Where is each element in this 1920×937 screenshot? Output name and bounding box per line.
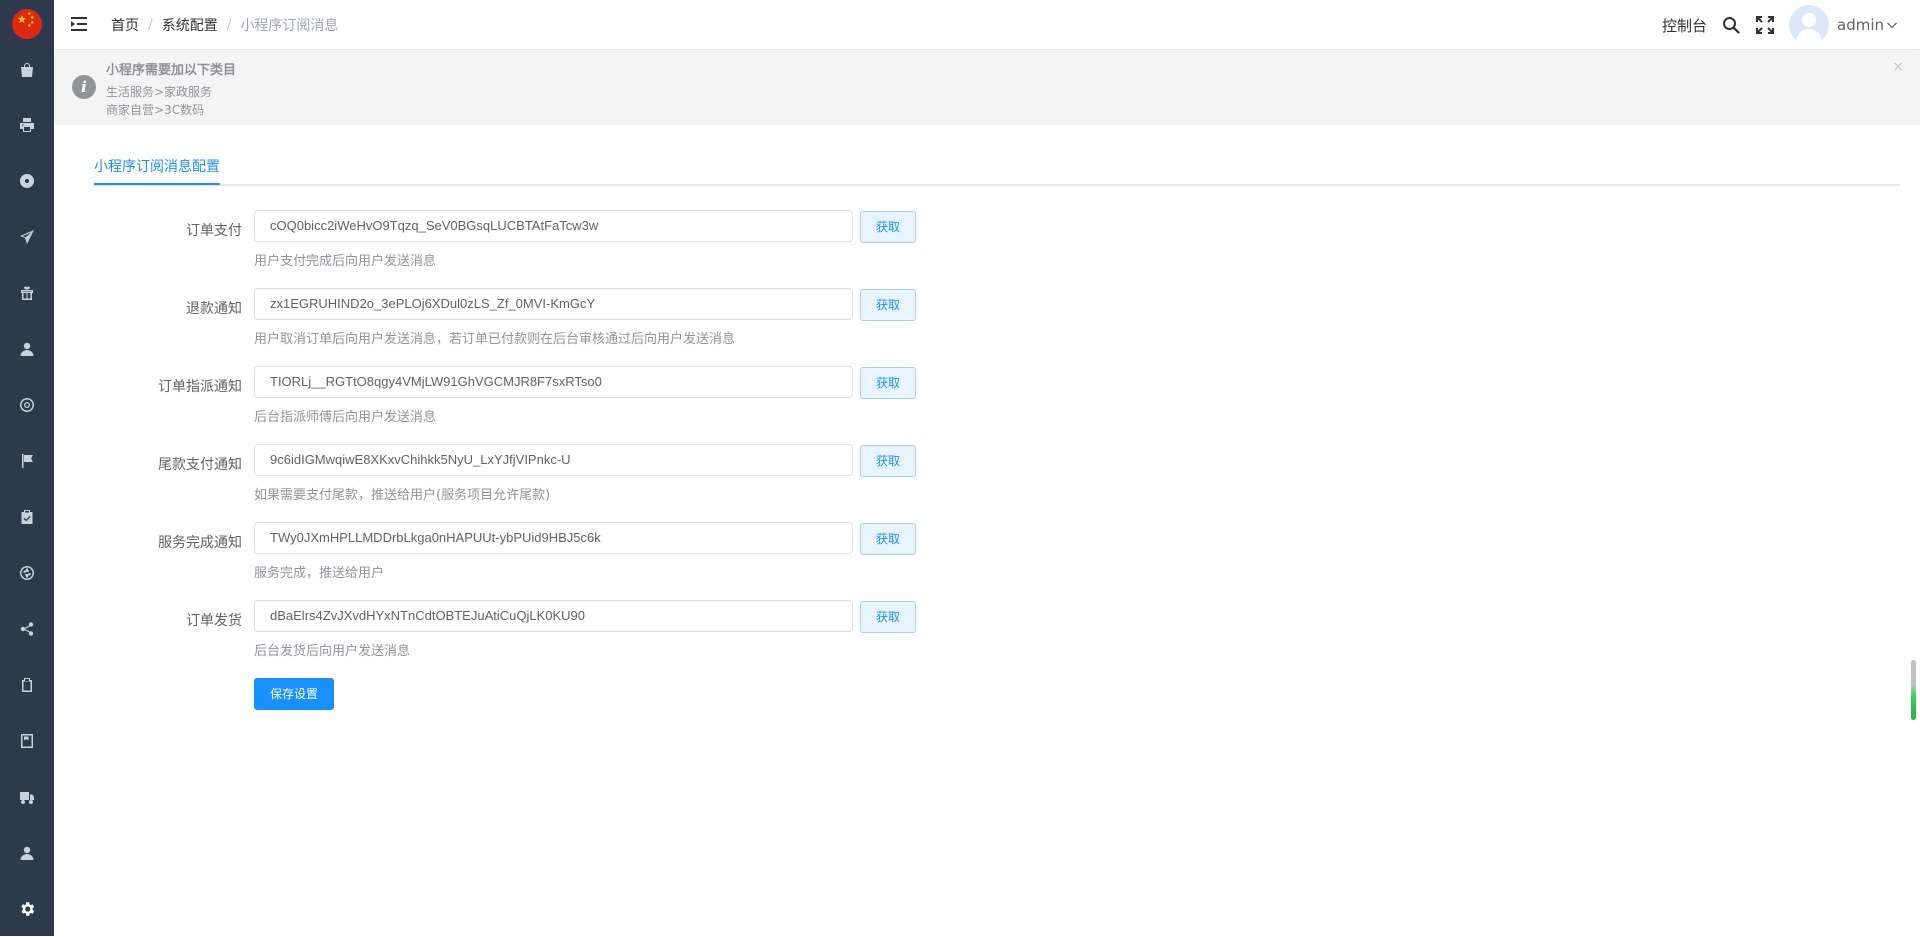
tab-subscription-config[interactable]: 小程序订阅消息配置 (94, 156, 220, 176)
menu-toggle-icon[interactable] (70, 15, 88, 33)
avatar[interactable] (1789, 5, 1829, 45)
info-icon: i (72, 75, 96, 99)
info-alert: i 小程序需要加以下类目 生活服务>家政服务 商家自营>3C数码 × (54, 51, 1920, 125)
fetch-button[interactable]: 获取 (860, 445, 916, 477)
truck-icon (20, 792, 34, 804)
fullscreen-icon[interactable] (1755, 15, 1775, 35)
sidebar-item-book[interactable] (0, 713, 54, 769)
sidebar-item-disc[interactable] (0, 153, 54, 209)
fetch-button[interactable]: 获取 (860, 523, 916, 555)
sidebar-item-truck[interactable] (0, 769, 54, 825)
fetch-button[interactable]: 获取 (860, 211, 916, 243)
breadcrumb-home[interactable]: 首页 (111, 15, 139, 35)
form-hint: 如果需要支付尾款，推送给用户(服务项目允许尾款) (254, 488, 551, 503)
printer-icon (20, 118, 34, 132)
tab-active-indicator (94, 183, 220, 185)
logo-flag-icon[interactable]: ★ ★ ★ ★ ★ (12, 9, 42, 39)
form-row-refund: 退款通知 zx1EGRUHIND2o_3ePLOj6XDul0zLS_Zf_0M… (0, 288, 1000, 368)
form-hint: 后台指派师傅后向用户发送消息 (254, 410, 437, 425)
form-row-order-assign: 订单指派通知 TIORLj__RGTtO8qgy4VMjLW91GhVGCMJR… (0, 366, 1000, 446)
form-hint: 后台发货后向用户发送消息 (254, 644, 411, 659)
form-row-order-shipped: 订单发货 dBaElrs4ZvJXvdHYxNTnCdtOBTEJuAtiCuQ… (0, 600, 1000, 680)
breadcrumb-separator: / (226, 17, 232, 33)
breadcrumb-current: 小程序订阅消息 (240, 18, 339, 34)
form-label: 订单指派通知 (158, 379, 242, 395)
template-id-input[interactable]: dBaElrs4ZvJXvdHYxNTnCdtOBTEJuAtiCuQjLK0K… (254, 600, 853, 632)
fetch-button[interactable]: 获取 (860, 289, 916, 321)
disc-icon (20, 174, 34, 188)
form-label: 尾款支付通知 (158, 457, 242, 473)
form-label: 订单支付 (186, 223, 242, 239)
template-id-input[interactable]: TIORLj__RGTtO8qgy4VMjLW91GhVGCMJR8F7sxRT… (254, 366, 853, 398)
username-label[interactable]: admin (1837, 16, 1884, 34)
form-label: 退款通知 (186, 301, 242, 317)
alert-line: 商家自营>3C数码 (106, 103, 205, 117)
sidebar-item-settings[interactable] (0, 881, 54, 937)
header-actions: 控制台 admin (1662, 0, 1898, 50)
template-id-input[interactable]: 9c6idIGMwqiwE8XKxvChihkk5NyU_LxYJfjVIPnk… (254, 444, 853, 476)
fetch-button[interactable]: 获取 (860, 601, 916, 633)
console-link[interactable]: 控制台 (1662, 15, 1707, 36)
breadcrumb-separator: / (148, 17, 153, 33)
bag-icon (21, 63, 33, 77)
fetch-button[interactable]: 获取 (860, 367, 916, 399)
form-hint: 用户支付完成后向用户发送消息 (254, 254, 437, 269)
scrollbar-indicator[interactable] (1911, 660, 1916, 720)
alert-title: 小程序需要加以下类目 (106, 63, 237, 78)
sidebar-item-account[interactable] (0, 825, 54, 881)
search-icon[interactable] (1721, 15, 1741, 35)
close-icon[interactable]: × (1892, 59, 1904, 75)
form-label: 订单发货 (186, 613, 242, 629)
form-row-service-complete: 服务完成通知 TWy0JXmHPLLMDDrbLkga0nHAPUUt-ybPU… (0, 522, 1000, 602)
tabs: 小程序订阅消息配置 (94, 148, 1900, 186)
template-id-input[interactable]: zx1EGRUHIND2o_3ePLOj6XDul0zLS_Zf_0MVI-Km… (254, 288, 853, 320)
save-settings-button[interactable]: 保存设置 (254, 678, 334, 710)
template-id-input[interactable]: TWy0JXmHPLLMDDrbLkga0nHAPUUt-ybPUid9HBJ5… (254, 522, 853, 554)
sidebar-item-printer[interactable] (0, 97, 54, 153)
sidebar-item-bag[interactable] (0, 42, 54, 98)
breadcrumb: 首页 / 系统配置 / 小程序订阅消息 (111, 15, 338, 35)
gear-icon (21, 902, 35, 916)
alert-line: 生活服务>家政服务 (106, 85, 213, 99)
template-id-input[interactable]: cOQ0bicc2iWeHvO9Tqzq_SeV0BGsqLUCBTAtFaTc… (254, 210, 853, 242)
top-header: 首页 / 系统配置 / 小程序订阅消息 控制台 admin (54, 0, 1920, 50)
form-hint: 用户取消订单后向用户发送消息，若订单已付款则在后台审核通过后向用户发送消息 (254, 332, 736, 347)
user-icon (20, 846, 34, 860)
form-label: 服务完成通知 (158, 535, 242, 551)
breadcrumb-system-config[interactable]: 系统配置 (162, 15, 218, 35)
form-row-final-payment: 尾款支付通知 9c6idIGMwqiwE8XKxvChihkk5NyU_LxYJ… (0, 444, 1000, 524)
form-row-order-payment: 订单支付 cOQ0bicc2iWeHvO9Tqzq_SeV0BGsqLUCBTA… (0, 210, 1000, 290)
form-hint: 服务完成，推送给用户 (254, 566, 385, 581)
book-icon (21, 734, 33, 748)
chevron-down-icon[interactable] (1886, 19, 1898, 31)
